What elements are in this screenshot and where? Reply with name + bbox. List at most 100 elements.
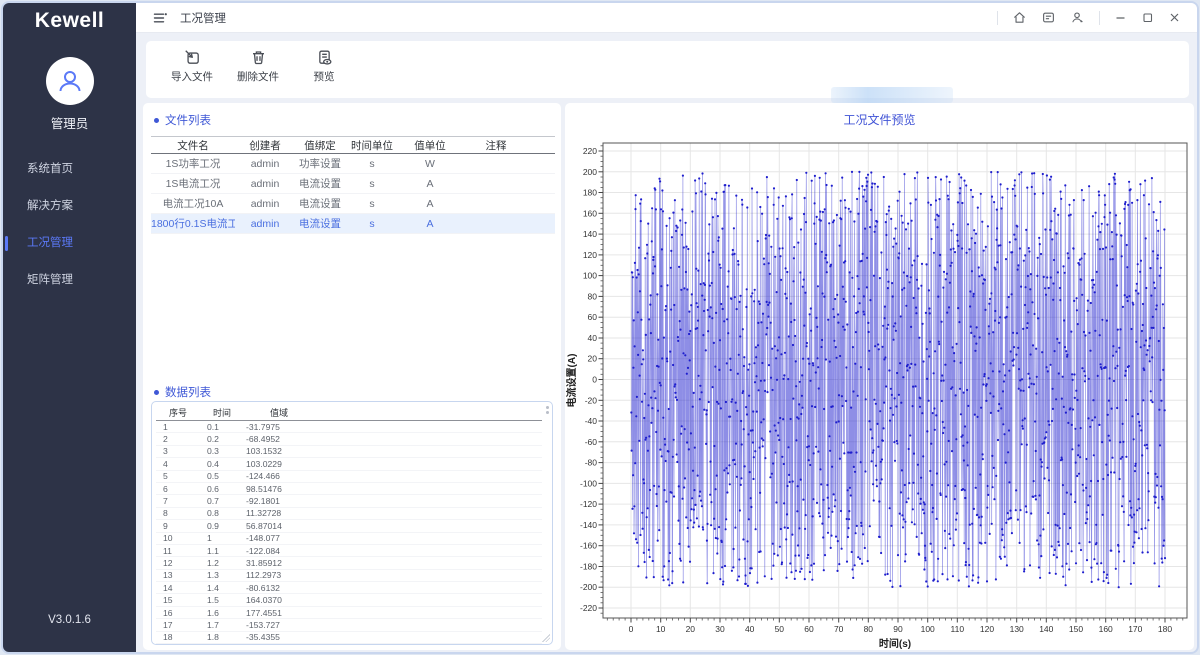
data-cell-time: 1.8 [200, 632, 244, 642]
svg-text:60: 60 [804, 624, 814, 634]
titlebar: 工况管理 [136, 3, 1197, 33]
delete-file-button[interactable]: 删除文件 [230, 48, 286, 84]
file-cell-name: 1800行0.1S电流工况 [151, 216, 235, 231]
titlebar-controls [997, 10, 1197, 25]
user-avatar-icon [55, 66, 85, 96]
data-cell-value: -35.4355 [244, 632, 314, 642]
bullet-icon [154, 390, 159, 395]
svg-text:160: 160 [1099, 624, 1113, 634]
sidebar-item-condition-management[interactable]: 工况管理 [3, 225, 136, 262]
file-table-header: 文件名 创建者 值绑定 时间单位 值单位 注释 [151, 136, 555, 154]
page-title: 工况管理 [180, 10, 226, 26]
file-table-body: 1S功率工况admin功率设置sW1S电流工况admin电流设置sA电流工况10… [151, 154, 555, 234]
col-time-unit: 时间单位 [345, 138, 399, 153]
sidebar-collapse-icon[interactable] [152, 10, 168, 26]
sidebar-item-matrix-management[interactable]: 矩阵管理 [3, 262, 136, 299]
toolbar: 导入文件 删除文件 预览 [146, 41, 1189, 98]
sidebar-item-solutions[interactable]: 解决方案 [3, 188, 136, 225]
data-list-section-title: 数据列表 [143, 375, 561, 400]
bullet-icon [154, 118, 159, 123]
titlebar-separator [997, 11, 998, 25]
preview-icon [315, 48, 334, 67]
file-list-section-title: 文件列表 [143, 103, 561, 128]
data-cell-time: 0.9 [200, 521, 244, 531]
file-cell-creator: admin [235, 158, 295, 170]
data-cell-time: 0.7 [200, 496, 244, 506]
data-cell-index: 14 [156, 583, 200, 593]
col-creator: 创建者 [235, 138, 295, 153]
svg-text:100: 100 [583, 271, 597, 281]
file-row[interactable]: 电流工况10Aadmin电流设置sA [151, 194, 555, 214]
data-cell-time: 0.4 [200, 459, 244, 469]
file-row[interactable]: 1S功率工况admin功率设置sW [151, 154, 555, 174]
data-cell-time: 0.6 [200, 484, 244, 494]
svg-text:0: 0 [629, 624, 634, 634]
svg-text:-20: -20 [585, 395, 598, 405]
data-cell-time: 0.1 [200, 422, 244, 432]
data-row: 151.5164.0370 [156, 594, 542, 606]
avatar [46, 57, 94, 105]
data-row: 141.4-80.6132 [156, 582, 542, 594]
col-index: 序号 [156, 406, 200, 419]
data-row: 60.698.51476 [156, 483, 542, 495]
data-row: 50.5-124.466 [156, 471, 542, 483]
delete-file-label: 删除文件 [237, 69, 279, 84]
file-row[interactable]: 1S电流工况admin电流设置sA [151, 174, 555, 194]
svg-text:140: 140 [583, 229, 597, 239]
maximize-icon[interactable] [1141, 11, 1154, 24]
file-cell-name: 1S电流工况 [151, 176, 235, 191]
svg-text:110: 110 [951, 624, 965, 634]
data-cell-value: -122.084 [244, 546, 314, 556]
language-icon[interactable] [1041, 10, 1056, 25]
user-icon[interactable] [1070, 10, 1085, 25]
svg-text:-80: -80 [585, 458, 598, 468]
import-file-button[interactable]: 导入文件 [164, 48, 220, 84]
file-cell-time_unit: s [345, 158, 399, 170]
sidebar-item-system-home[interactable]: 系统首页 [3, 151, 136, 188]
svg-text:120: 120 [583, 250, 597, 260]
user-role-label: 管理员 [3, 113, 136, 132]
data-cell-value: 98.51476 [244, 484, 314, 494]
file-table: 文件名 创建者 值绑定 时间单位 值单位 注释 1S功率工况admin功率设置s… [151, 136, 555, 234]
data-cell-index: 17 [156, 620, 200, 630]
data-row: 40.4103.0229 [156, 458, 542, 470]
data-table-scrollbar[interactable] [545, 406, 549, 420]
data-list-title-text: 数据列表 [165, 384, 211, 400]
svg-text:130: 130 [1010, 624, 1024, 634]
resize-handle[interactable] [542, 634, 550, 642]
preview-button[interactable]: 预览 [296, 48, 352, 84]
col-value-unit: 值单位 [399, 138, 461, 153]
home-icon[interactable] [1012, 10, 1027, 25]
close-icon[interactable] [1168, 11, 1181, 24]
col-filename: 文件名 [151, 138, 235, 153]
data-cell-value: 11.32728 [244, 508, 314, 518]
data-row: 70.7-92.1801 [156, 495, 542, 507]
data-cell-value: 112.2973 [244, 570, 314, 580]
data-cell-time: 1.4 [200, 583, 244, 593]
svg-text:50: 50 [775, 624, 785, 634]
data-cell-index: 10 [156, 533, 200, 543]
minimize-icon[interactable] [1114, 11, 1127, 24]
sidebar: Kewell 管理员 系统首页 解决方案 工况管理 矩阵管理 V3.0.1.6 [3, 3, 136, 652]
data-cell-index: 15 [156, 595, 200, 605]
svg-text:140: 140 [1039, 624, 1053, 634]
svg-text:30: 30 [715, 624, 725, 634]
svg-text:160: 160 [583, 208, 597, 218]
svg-text:时间(s): 时间(s) [879, 637, 911, 650]
svg-text:-200: -200 [580, 582, 597, 592]
data-cell-value: 56.87014 [244, 521, 314, 531]
data-row: 30.3103.1532 [156, 446, 542, 458]
app-version: V3.0.1.6 [3, 614, 136, 626]
data-cell-index: 13 [156, 570, 200, 580]
data-cell-value: -68.4952 [244, 434, 314, 444]
data-cell-value: 31.85912 [244, 558, 314, 568]
svg-text:20: 20 [686, 624, 696, 634]
svg-text:电流设置(A): 电流设置(A) [565, 354, 578, 408]
data-cell-time: 1.7 [200, 620, 244, 630]
file-cell-name: 电流工况10A [151, 196, 235, 211]
svg-text:80: 80 [864, 624, 874, 634]
data-cell-index: 18 [156, 632, 200, 642]
data-row: 131.3112.2973 [156, 570, 542, 582]
file-row[interactable]: 1800行0.1S电流工况admin电流设置sA [151, 214, 555, 234]
data-table-box: 序号 时间 值域 10.1-31.797520.2-68.495230.3103… [151, 401, 553, 645]
